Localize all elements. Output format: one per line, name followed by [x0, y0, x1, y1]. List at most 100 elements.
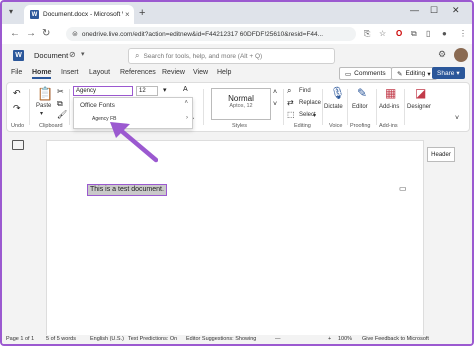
word-logo-icon[interactable]: W	[13, 50, 24, 61]
page-count[interactable]: Page 1 of 1	[6, 336, 34, 342]
avatar[interactable]	[454, 48, 468, 62]
tab-search-icon[interactable]: ▾	[9, 7, 13, 16]
format-painter-icon[interactable]: 🖌	[57, 110, 67, 119]
tab-view[interactable]: View	[193, 69, 208, 76]
comments-button[interactable]: ▭ Comments	[339, 67, 392, 80]
maximize-icon[interactable]: ☐	[430, 5, 438, 16]
styles-up-icon[interactable]: ˄	[273, 89, 277, 96]
divider	[347, 89, 348, 125]
designer-icon[interactable]: ◪	[415, 86, 426, 100]
profile-icon[interactable]: ●	[442, 29, 447, 38]
search-field[interactable]: ⌕ Search for tools, help, and more (Alt …	[128, 48, 335, 64]
minimize-icon[interactable]: —	[410, 5, 419, 15]
cast-icon[interactable]: ⎘	[364, 29, 370, 39]
replace-icon[interactable]: ⇄	[287, 98, 294, 107]
style-normal[interactable]: Normal Aptos, 12	[211, 88, 271, 120]
address-bar: ← → ↻ ⊜ onedrive.live.com/edit?action=ed…	[2, 24, 472, 45]
back-icon[interactable]: ←	[10, 28, 20, 39]
pencil-icon: ✎	[397, 70, 403, 78]
language-status[interactable]: English (U.S.)	[90, 336, 124, 342]
left-panel	[6, 134, 28, 334]
replace-button[interactable]: Replace	[299, 100, 321, 106]
paste-icon[interactable]: 📋	[37, 86, 53, 102]
select-chevron-icon[interactable]: ▾	[313, 112, 316, 119]
copy-icon[interactable]: ⧉	[57, 99, 63, 109]
tab-home[interactable]: Home	[32, 69, 52, 79]
cut-icon[interactable]: ✂	[57, 87, 64, 96]
forward-icon[interactable]: →	[26, 28, 36, 39]
microphone-icon[interactable]: 🎙	[330, 86, 345, 100]
browser-tab[interactable]: W Document.docx - Microsoft W... ×	[24, 5, 134, 24]
zoom-level[interactable]: 100%	[338, 336, 352, 342]
divider	[322, 89, 323, 125]
styles-group-label: Styles	[232, 123, 247, 129]
undo-group-label: Undo	[11, 123, 25, 129]
tab-references[interactable]: References	[120, 69, 156, 76]
paste-label[interactable]: Paste	[36, 103, 51, 109]
dictate-button[interactable]: Dictate	[324, 104, 343, 110]
styles-down-icon[interactable]: ˅	[273, 101, 277, 108]
url-text: onedrive.live.com/edit?action=editnew&id…	[81, 30, 324, 38]
font-size-chevron-icon[interactable]: ▾	[163, 86, 167, 94]
addins-icon[interactable]: ▦	[385, 86, 396, 100]
document-name[interactable]: Document	[34, 51, 68, 60]
url-field[interactable]: ⊜ onedrive.live.com/edit?action=editnew&…	[66, 27, 356, 41]
addins-button[interactable]: Add-ins	[379, 104, 399, 110]
paste-chevron-icon[interactable]: ▾	[40, 110, 43, 117]
editing-mode-button[interactable]: ✎ Editing ▾	[391, 67, 437, 80]
office-fonts-header: Office Fonts	[80, 102, 115, 109]
word-count[interactable]: 5 of 5 words	[46, 336, 76, 342]
word-tab-icon: W	[30, 10, 39, 19]
bookmark-star-icon[interactable]: ☆	[379, 29, 386, 38]
font-size-input[interactable]: 12	[136, 86, 158, 96]
tab-insert[interactable]: Insert	[61, 69, 79, 76]
browser-menu-icon[interactable]: ⋮	[459, 29, 467, 38]
tab-review[interactable]: Review	[162, 69, 185, 76]
font-name-input[interactable]: Agency	[73, 86, 133, 96]
feedback-link[interactable]: Give Feedback to Microsoft	[362, 336, 429, 342]
addins-group-label: Add-ins	[379, 123, 398, 129]
editor-suggestions-status[interactable]: Editor Suggestions: Showing	[186, 336, 256, 342]
share-label: Share	[437, 69, 455, 77]
undo-icon[interactable]: ↶	[13, 88, 21, 99]
font-option-chevron-icon[interactable]: ›	[186, 115, 188, 121]
new-tab-icon[interactable]: +	[139, 7, 145, 19]
voice-group-label: Voice	[329, 123, 343, 129]
settings-gear-icon[interactable]: ⚙	[438, 49, 446, 60]
tab-file[interactable]: File	[11, 69, 22, 76]
add-comment-icon[interactable]: ▭	[399, 184, 407, 193]
zoom-out-icon[interactable]: —	[275, 336, 281, 342]
tab-layout[interactable]: Layout	[89, 69, 110, 76]
share-button[interactable]: Share ▾	[432, 67, 465, 79]
navigation-pane-icon[interactable]	[12, 140, 24, 150]
save-status-icon[interactable]: ⊘	[69, 50, 76, 59]
find-icon[interactable]: ⌕	[287, 86, 291, 96]
reload-icon[interactable]: ↻	[42, 28, 50, 39]
comment-icon: ▭	[345, 70, 352, 78]
divider	[404, 89, 405, 125]
close-window-icon[interactable]: ✕	[452, 5, 460, 16]
dropdown-scroll-up-icon[interactable]: ˄	[184, 100, 188, 106]
text-predictions-status[interactable]: Text Predictions: On	[128, 336, 177, 342]
editor-icon[interactable]: ✎	[357, 86, 367, 100]
grow-font-icon[interactable]: A	[183, 86, 188, 93]
browser-tab-bar: ▾ W Document.docx - Microsoft W... × + —…	[2, 2, 472, 24]
close-tab-icon[interactable]: ×	[125, 10, 130, 19]
doc-menu-chevron-icon[interactable]: ▾	[81, 50, 85, 58]
zoom-in-icon[interactable]: +	[328, 336, 331, 342]
find-button[interactable]: Find	[299, 88, 311, 94]
collapse-ribbon-icon[interactable]: ˅	[455, 115, 459, 122]
editor-button[interactable]: Editor	[352, 104, 368, 110]
sidebar-icon[interactable]: ▯	[426, 29, 430, 38]
tab-help[interactable]: Help	[217, 69, 231, 76]
comments-label: Comments	[354, 70, 386, 77]
extension-opera-icon[interactable]: O	[396, 29, 402, 38]
select-icon[interactable]: ⬚	[287, 110, 295, 119]
header-button[interactable]: Header	[427, 147, 455, 162]
extensions-icon[interactable]: ⧉	[411, 29, 417, 39]
site-info-icon[interactable]: ⊜	[72, 30, 78, 38]
redo-icon[interactable]: ↷	[13, 103, 21, 114]
document-page[interactable]	[46, 140, 424, 338]
designer-button[interactable]: Designer	[407, 104, 431, 110]
document-text[interactable]: This is a test document.	[87, 184, 167, 196]
